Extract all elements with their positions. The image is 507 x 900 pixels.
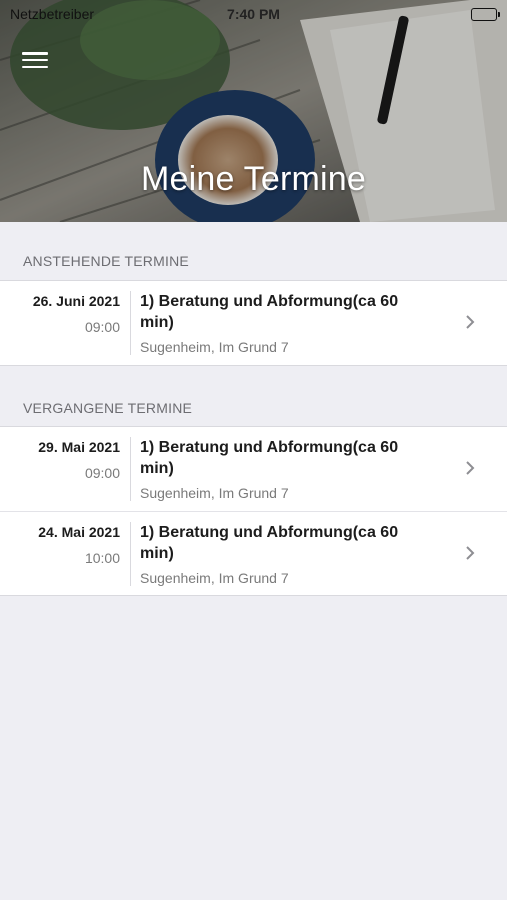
row-divider	[130, 437, 131, 501]
section-header-upcoming: ANSTEHENDE TERMINE	[23, 253, 189, 269]
status-bar: Netzbetreiber 7:40 PM	[0, 0, 507, 28]
appointment-time: 09:00	[84, 319, 120, 335]
upcoming-appointments-list: 26. Juni 2021 09:00 1) Beratung und Abfo…	[0, 280, 507, 366]
appointment-date: 29. Mai 2021	[38, 439, 120, 455]
appointment-time: 09:00	[84, 465, 120, 481]
appointment-title: 1) Beratung und Abformung(ca 60 min)	[140, 439, 399, 477]
appointment-time: 10:00	[84, 550, 120, 566]
row-divider	[130, 291, 131, 355]
chevron-right-icon	[466, 315, 475, 329]
row-divider	[130, 522, 131, 586]
section-header-past: VERGANGENE TERMINE	[23, 400, 193, 416]
page-title: Meine Termine	[141, 160, 366, 198]
appointment-location: Sugenheim, Im Grund 7	[140, 485, 289, 501]
appointment-row[interactable]: 24. Mai 2021 10:00 1) Beratung und Abfor…	[0, 511, 507, 595]
clock-label: 7:40 PM	[227, 6, 280, 22]
appointment-location: Sugenheim, Im Grund 7	[140, 339, 289, 355]
chevron-right-icon	[466, 546, 475, 560]
chevron-right-icon	[466, 461, 475, 475]
appointment-date: 24. Mai 2021	[38, 524, 120, 540]
header-banner: Netzbetreiber 7:40 PM Meine Termine	[0, 0, 507, 222]
appointment-title: 1) Beratung und Abformung(ca 60 min)	[140, 524, 399, 562]
battery-icon	[471, 7, 500, 21]
past-appointments-list: 29. Mai 2021 09:00 1) Beratung und Abfor…	[0, 426, 507, 596]
appointment-row[interactable]: 29. Mai 2021 09:00 1) Beratung und Abfor…	[0, 427, 507, 511]
appointment-location: Sugenheim, Im Grund 7	[140, 570, 289, 586]
carrier-label: Netzbetreiber	[10, 6, 95, 22]
hamburger-menu-icon[interactable]	[22, 50, 48, 70]
appointment-row[interactable]: 26. Juni 2021 09:00 1) Beratung und Abfo…	[0, 281, 507, 365]
appointment-title: 1) Beratung und Abformung(ca 60 min)	[140, 293, 399, 331]
appointment-date: 26. Juni 2021	[32, 293, 120, 309]
